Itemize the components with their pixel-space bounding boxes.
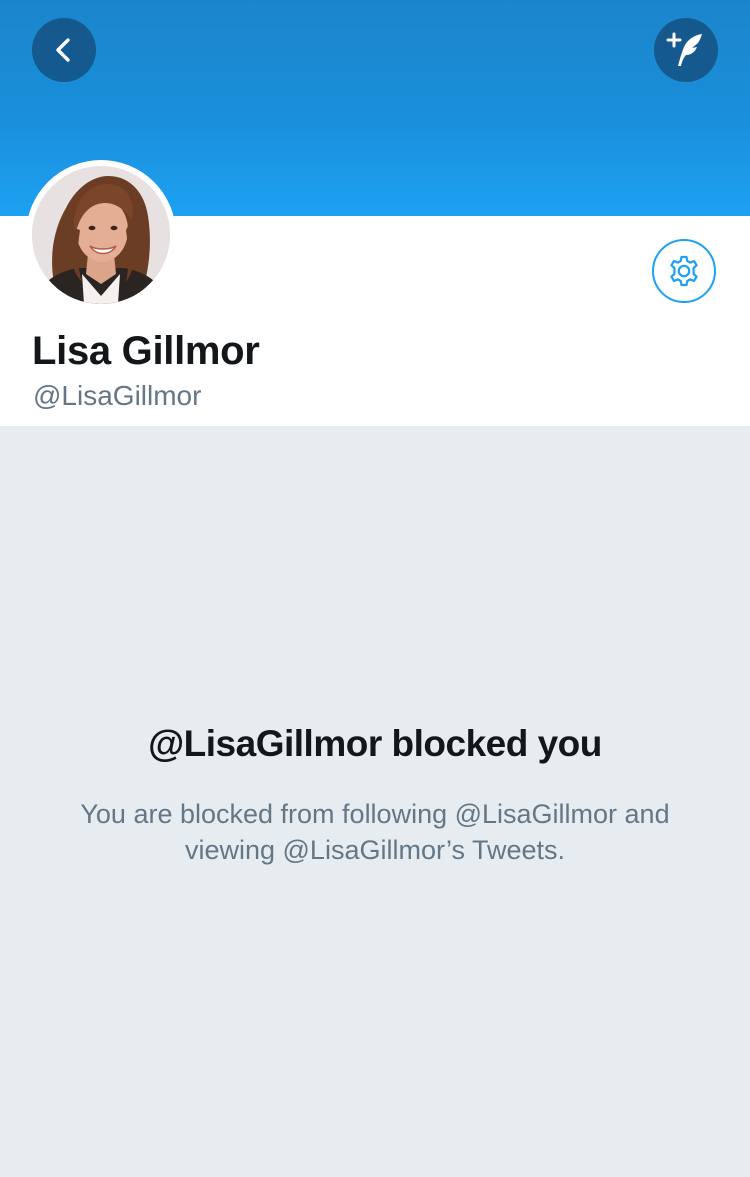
profile-display-name: Lisa Gillmor — [32, 329, 260, 373]
compose-tweet-button[interactable] — [654, 18, 718, 82]
chevron-left-icon — [56, 38, 70, 62]
blocked-message: You are blocked from following @LisaGill… — [80, 799, 670, 865]
blocked-title: @LisaGillmor blocked you — [148, 723, 602, 764]
back-button[interactable] — [32, 18, 96, 82]
profile-screen: Lisa Gillmor @LisaGillmor @LisaGillmor b… — [0, 0, 750, 1177]
avatar[interactable] — [26, 160, 176, 310]
gear-icon — [670, 255, 698, 287]
compose-tweet-quill-icon — [666, 32, 702, 66]
profile-handle: @LisaGillmor — [33, 380, 202, 411]
profile-photo — [32, 166, 170, 304]
settings-button[interactable] — [652, 239, 716, 303]
